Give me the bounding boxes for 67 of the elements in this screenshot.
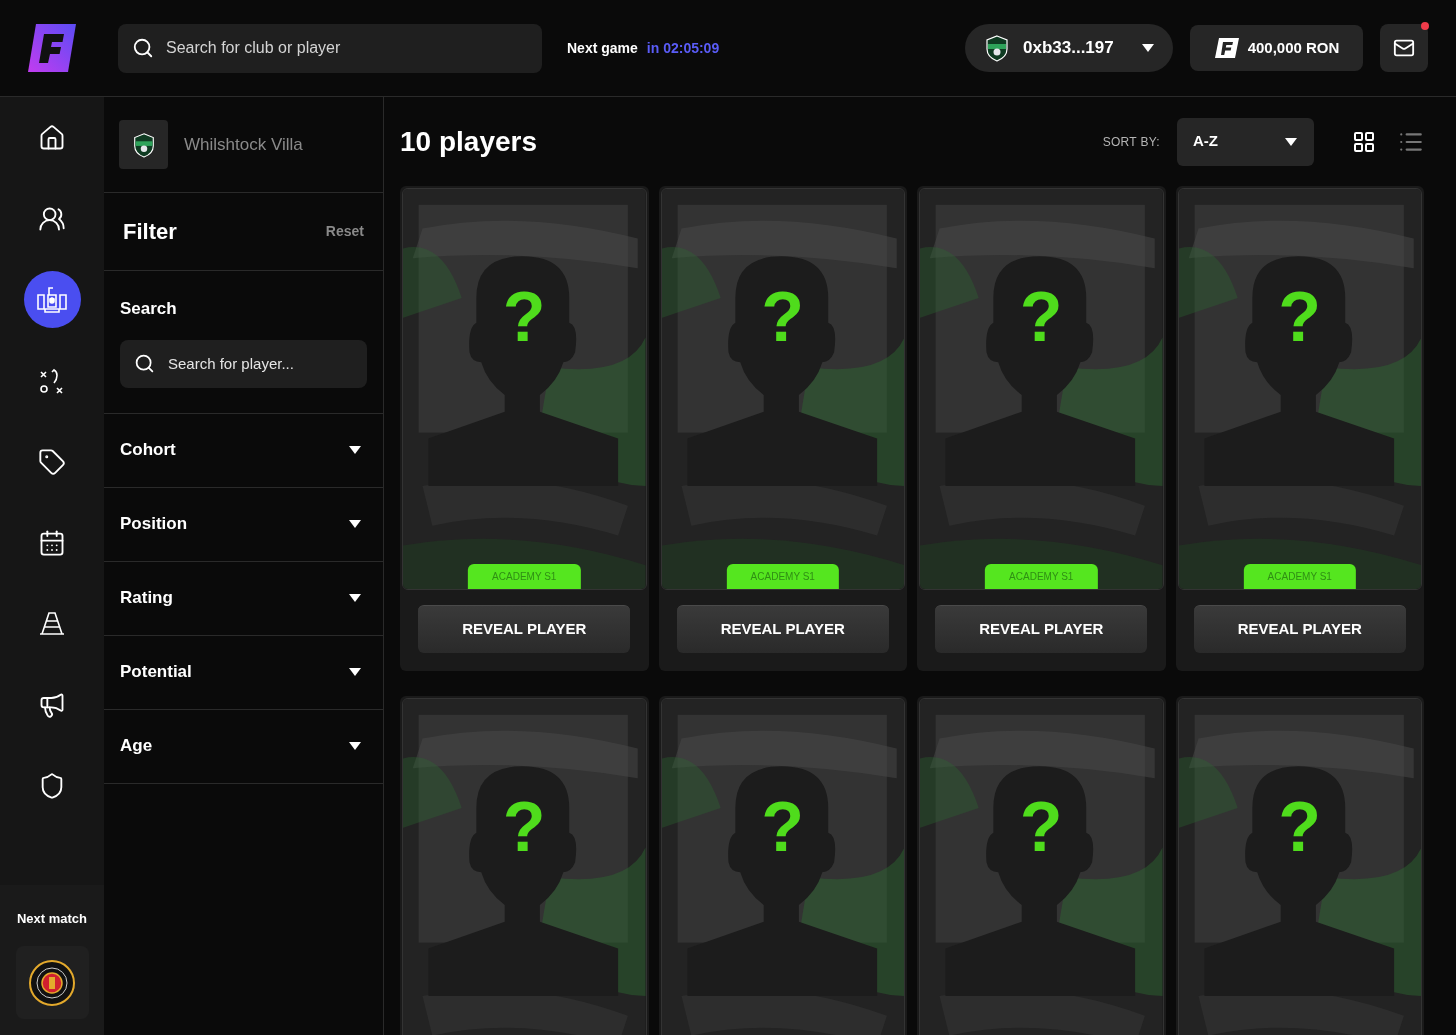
player-search-field[interactable]: Search for player...: [120, 339, 367, 388]
nav-item[interactable]: [23, 271, 81, 328]
mystery-mark: ?: [502, 797, 546, 857]
crest-icon: [29, 959, 75, 1006]
player-card[interactable]: ? ACADEMY S1 REVEAL PLAYER: [658, 186, 907, 671]
player-card[interactable]: ?: [917, 696, 1166, 1035]
player-card[interactable]: ?: [658, 696, 907, 1035]
stadium-icon: [35, 284, 69, 315]
tag-label: ACADEMY S1: [468, 564, 581, 589]
caret-icon: [348, 593, 362, 603]
mystery-mark: ?: [502, 287, 546, 347]
search-icon: [134, 352, 155, 374]
tag-label: ACADEMY S1: [985, 564, 1098, 589]
reveal-button[interactable]: REVEAL PLAYER: [1193, 605, 1406, 653]
grid-view-button[interactable]: [1352, 129, 1376, 154]
reveal-button[interactable]: REVEAL PLAYER: [935, 605, 1148, 653]
caret-icon: [348, 519, 362, 529]
tag-label: ACADEMY S1: [1243, 564, 1356, 589]
mystery-mark: ?: [1278, 287, 1322, 347]
player-card[interactable]: ?: [1175, 696, 1424, 1035]
opponent-crest-tile[interactable]: [15, 946, 89, 1019]
mystery-mark: ?: [761, 797, 805, 857]
caret-icon: [1284, 136, 1298, 147]
logo-icon[interactable]: [26, 22, 78, 74]
countdown-text: in 02:05:09: [646, 38, 720, 58]
tag-label: ACADEMY S1: [726, 564, 839, 589]
next-game-label: Next game: [567, 38, 638, 58]
filter-dropdown[interactable]: Position: [104, 487, 383, 562]
next-match-label: Next match: [16, 909, 88, 928]
reveal-button[interactable]: REVEAL PLAYER: [676, 605, 889, 653]
caret-icon: [348, 445, 362, 455]
player-card[interactable]: ?: [400, 696, 649, 1035]
filter-title: Filter: [123, 218, 177, 246]
tactics-icon: [38, 366, 66, 395]
mystery-mark: ?: [1019, 287, 1063, 347]
search-icon: [132, 36, 154, 59]
filter-dropdown[interactable]: Rating: [104, 561, 383, 636]
players-count-title: 10 players: [400, 124, 537, 159]
reset-link[interactable]: Reset: [325, 221, 364, 242]
sort-dropdown[interactable]: A-Z: [1177, 117, 1314, 166]
search-field[interactable]: Search for club or player: [118, 23, 542, 73]
club-name[interactable]: Whilshtock Villa: [184, 131, 303, 158]
logo-icon: [1213, 37, 1240, 59]
search-label: Search: [120, 298, 178, 320]
home-icon: [38, 123, 66, 152]
cone-icon: [38, 609, 66, 638]
mystery-mark: ?: [1019, 797, 1063, 857]
calendar-icon: [38, 528, 66, 557]
caret-icon: [348, 667, 362, 677]
player-card[interactable]: ? ACADEMY S1 REVEAL PLAYER: [1175, 186, 1424, 671]
crest-icon: [983, 34, 1011, 62]
player-card[interactable]: ? ACADEMY S1 REVEAL PLAYER: [917, 186, 1166, 671]
mail-icon: [1393, 37, 1415, 59]
filter-dropdown[interactable]: Age: [104, 709, 383, 784]
reveal-button[interactable]: REVEAL PLAYER: [418, 605, 631, 653]
filter-dropdown[interactable]: Potential: [104, 635, 383, 710]
balance-button[interactable]: 400,000 RON: [1190, 25, 1363, 71]
filter-dropdown[interactable]: Cohort: [104, 413, 383, 488]
wallet-button[interactable]: 0xb33...197: [965, 24, 1173, 72]
sort-label: SORT BY:: [1102, 133, 1160, 151]
caret-icon: [1141, 43, 1155, 53]
tag-icon: [38, 447, 66, 476]
player-card[interactable]: ? ACADEMY S1 REVEAL PLAYER: [400, 186, 649, 671]
caret-icon: [348, 741, 362, 751]
mail-button[interactable]: [1380, 24, 1428, 72]
mystery-mark: ?: [761, 287, 805, 347]
mystery-mark: ?: [1278, 797, 1322, 857]
